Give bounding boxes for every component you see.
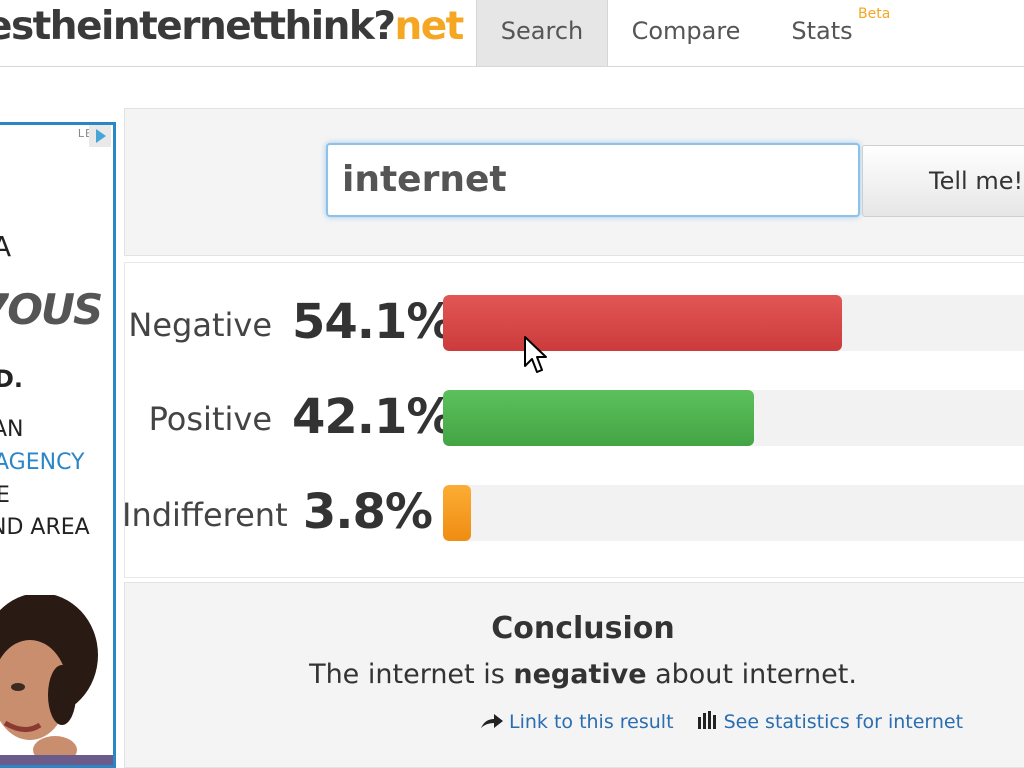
ad-text-line: D.	[0, 365, 24, 393]
ad-text-line: AGENCY	[0, 450, 85, 475]
ad-text-line: A	[0, 230, 11, 263]
tab-stats[interactable]: Stats	[776, 0, 868, 66]
search-input[interactable]: internet	[326, 143, 860, 217]
link-see-statistics[interactable]: See statistics for internet	[724, 711, 964, 733]
conclusion-verdict: negative	[513, 659, 647, 690]
mouse-cursor-icon	[524, 336, 548, 380]
beta-badge: Beta	[858, 6, 891, 22]
ad-text-line: E	[0, 483, 10, 508]
conclusion-links: Link to this result See statistics for i…	[481, 711, 981, 734]
tab-search[interactable]: Search	[476, 0, 608, 66]
result-bar-negative	[443, 295, 843, 351]
site-logo[interactable]: estheinternetthink?net	[0, 4, 464, 49]
result-bar-indifferent	[443, 485, 472, 541]
logo-tld: net	[394, 4, 464, 49]
ad-text-line: AN	[0, 417, 24, 442]
result-label-negative: Negative	[128, 306, 272, 344]
top-navbar: estheinternetthink?net Search Compare St…	[0, 0, 1024, 67]
result-percent-indifferent: 3.8%	[302, 484, 433, 540]
ad-text-line: ND AREA	[0, 515, 90, 540]
ad-text-line: 7OUS	[0, 285, 103, 334]
result-label-positive: Positive	[148, 400, 272, 438]
result-label-indifferent: Indifferent	[122, 496, 288, 534]
share-arrow-icon	[481, 712, 503, 734]
result-percent-positive: 42.1%	[292, 389, 455, 445]
bar-chart-icon	[697, 711, 718, 734]
result-bar-track-positive	[443, 390, 1024, 446]
result-bar-track-indifferent	[443, 485, 1024, 541]
conclusion-text-before: The internet is	[309, 659, 514, 690]
logo-text: estheinternetthink?	[0, 4, 396, 49]
link-to-result[interactable]: Link to this result	[509, 711, 674, 733]
conclusion-text-after: about internet.	[646, 659, 857, 690]
result-bar-positive	[443, 390, 754, 446]
result-percent-negative: 54.1%	[292, 294, 455, 350]
conclusion-text: The internet is negative about internet.	[1, 659, 1024, 690]
tell-me-button[interactable]: Tell me!	[862, 145, 1024, 217]
conclusion-panel: Conclusion The internet is negative abou…	[124, 582, 1024, 768]
tab-compare[interactable]: Compare	[622, 0, 750, 66]
ad-choices-icon[interactable]	[89, 125, 111, 147]
conclusion-title: Conclusion	[491, 611, 675, 646]
